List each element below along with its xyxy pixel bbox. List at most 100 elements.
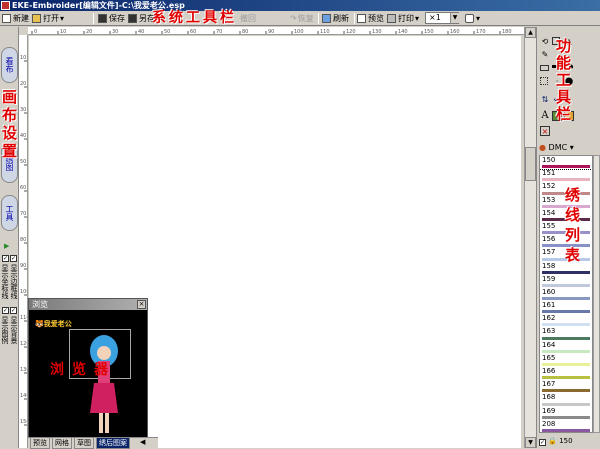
- preview-figure: [84, 333, 124, 439]
- thread-swatch: [542, 363, 590, 366]
- thread-row[interactable]: 168: [540, 393, 592, 406]
- ruler-label: 180: [502, 29, 512, 35]
- window-title-bar[interactable]: EKE-Embroider[编辑文件]-C:\我爱老公.esp: [0, 0, 600, 11]
- tab-tools[interactable]: 工具: [1, 195, 18, 231]
- redo-button[interactable]: ↷恢复: [290, 12, 314, 25]
- thread-code: 158: [542, 262, 555, 270]
- refresh-icon: [322, 14, 331, 23]
- annotation-function-toolbar: 功能工具栏: [556, 38, 576, 123]
- ruler-label: 150: [424, 29, 434, 35]
- ruler-label: 10: [60, 29, 66, 35]
- refresh-button[interactable]: 刷新: [322, 12, 349, 25]
- expand-arrow-icon[interactable]: ▶: [4, 242, 9, 250]
- thread-row[interactable]: 169: [540, 407, 592, 420]
- dot-tool-icon[interactable]: [540, 77, 548, 85]
- thread-code: 166: [542, 367, 555, 375]
- tab-grid[interactable]: 网格: [52, 438, 72, 449]
- canvas-vertical-scrollbar[interactable]: ▲ ▼: [524, 27, 536, 448]
- text-tool-icon[interactable]: A: [540, 111, 550, 121]
- thread-row[interactable]: 164: [540, 341, 592, 354]
- rectangle-tool-icon[interactable]: [540, 65, 549, 71]
- printer-icon: [387, 14, 396, 23]
- thread-row[interactable]: 151: [540, 169, 592, 182]
- palette-icon: ●: [539, 143, 546, 152]
- ruler-label: 60: [190, 29, 196, 35]
- preview-title-bar[interactable]: 浏览 ×: [29, 299, 147, 310]
- ruler-label: 20: [20, 81, 26, 87]
- thread-swatch: [542, 376, 590, 379]
- thread-code: 167: [542, 380, 555, 388]
- thread-row[interactable]: 208: [540, 420, 592, 433]
- show-legend-checkbox[interactable]: ✓: [2, 307, 9, 314]
- swap-icon[interactable]: ⇅: [540, 95, 550, 105]
- thread-row[interactable]: 161: [540, 301, 592, 314]
- brush-icon[interactable]: ✎: [540, 50, 550, 60]
- rotate-tool-icon[interactable]: ⟲: [540, 37, 550, 47]
- thread-row[interactable]: 165: [540, 354, 592, 367]
- tab-view-cloth[interactable]: 看布: [1, 47, 18, 83]
- top-ruler: 0102030405060708090100110120130140150160…: [28, 27, 524, 35]
- thread-swatch: [542, 403, 590, 406]
- new-button[interactable]: 新建: [2, 12, 29, 25]
- thread-row[interactable]: 162: [540, 314, 592, 327]
- thread-swatch: [542, 416, 590, 419]
- thread-code: 169: [542, 407, 555, 415]
- tab-stitched-pattern[interactable]: 绣后图案: [96, 438, 130, 449]
- close-icon[interactable]: ×: [137, 300, 146, 309]
- thread-code: 156: [542, 235, 555, 243]
- preview-title: 浏览: [32, 300, 48, 309]
- thread-code: 164: [542, 341, 555, 349]
- tab-preview[interactable]: 预览: [30, 438, 50, 449]
- show-background-checkbox[interactable]: ✓: [10, 307, 17, 314]
- show-border-line-checkbox[interactable]: ✓: [10, 255, 17, 262]
- show-background-label: 显示背景: [10, 316, 18, 356]
- thread-row[interactable]: 150: [540, 156, 592, 169]
- thread-swatch: [542, 284, 590, 287]
- thread-code: 161: [542, 301, 555, 309]
- thread-code: 165: [542, 354, 555, 362]
- chevron-down-icon[interactable]: ▼: [450, 13, 459, 23]
- scroll-down-icon[interactable]: ▼: [525, 437, 536, 448]
- ruler-label: 130: [20, 367, 28, 373]
- ruler-label: 130: [372, 29, 382, 35]
- lock-checkbox[interactable]: ✓: [539, 439, 546, 446]
- save-as-button[interactable]: 另存: [128, 12, 155, 25]
- tab-scroll-icon[interactable]: ◀: [140, 438, 145, 446]
- thread-code: 155: [542, 222, 555, 230]
- thread-row[interactable]: 163: [540, 327, 592, 340]
- scroll-up-icon[interactable]: ▲: [525, 27, 536, 38]
- thread-swatch: [542, 297, 590, 300]
- thread-code: 151: [542, 169, 555, 177]
- palette-selector[interactable]: ● DMC ▾: [539, 142, 599, 153]
- thread-list-scrollbar[interactable]: [593, 155, 600, 433]
- preview-button[interactable]: 预览: [357, 12, 384, 25]
- thread-code: 152: [542, 182, 555, 190]
- delete-icon[interactable]: ×: [540, 126, 550, 136]
- ruler-label: 90: [268, 29, 274, 35]
- thread-swatch: [542, 178, 590, 181]
- ruler-label: 150: [20, 419, 28, 425]
- annotation-preview: 浏览器: [50, 359, 116, 379]
- scrollbar-thumb[interactable]: [525, 147, 536, 181]
- show-coord-line-label: 显示坐标线: [1, 264, 9, 304]
- app-icon: [1, 1, 10, 10]
- thread-swatch: [542, 429, 590, 432]
- thread-row[interactable]: 160: [540, 288, 592, 301]
- open-button[interactable]: 打开▾: [32, 12, 64, 25]
- thread-code: 157: [542, 248, 555, 256]
- thread-swatch: [542, 350, 590, 353]
- view-tabs: 预览 网格 草图 绣后图案 ◀: [28, 437, 158, 448]
- show-coord-line-checkbox[interactable]: ✓: [2, 255, 9, 262]
- help-button[interactable]: ▾: [465, 12, 480, 25]
- print-button[interactable]: 打印▾: [387, 12, 419, 25]
- ruler-label: 140: [20, 393, 28, 399]
- undo-button[interactable]: 撤回: [240, 12, 256, 25]
- thread-row[interactable]: 166: [540, 367, 592, 380]
- current-thread-code: 150: [559, 437, 572, 445]
- tab-sketch[interactable]: 草图: [74, 438, 94, 449]
- thread-row[interactable]: 167: [540, 380, 592, 393]
- thread-row[interactable]: 159: [540, 275, 592, 288]
- ruler-label: 70: [216, 29, 222, 35]
- save-button[interactable]: 保存: [98, 12, 125, 25]
- redo-icon: ↷: [290, 12, 297, 25]
